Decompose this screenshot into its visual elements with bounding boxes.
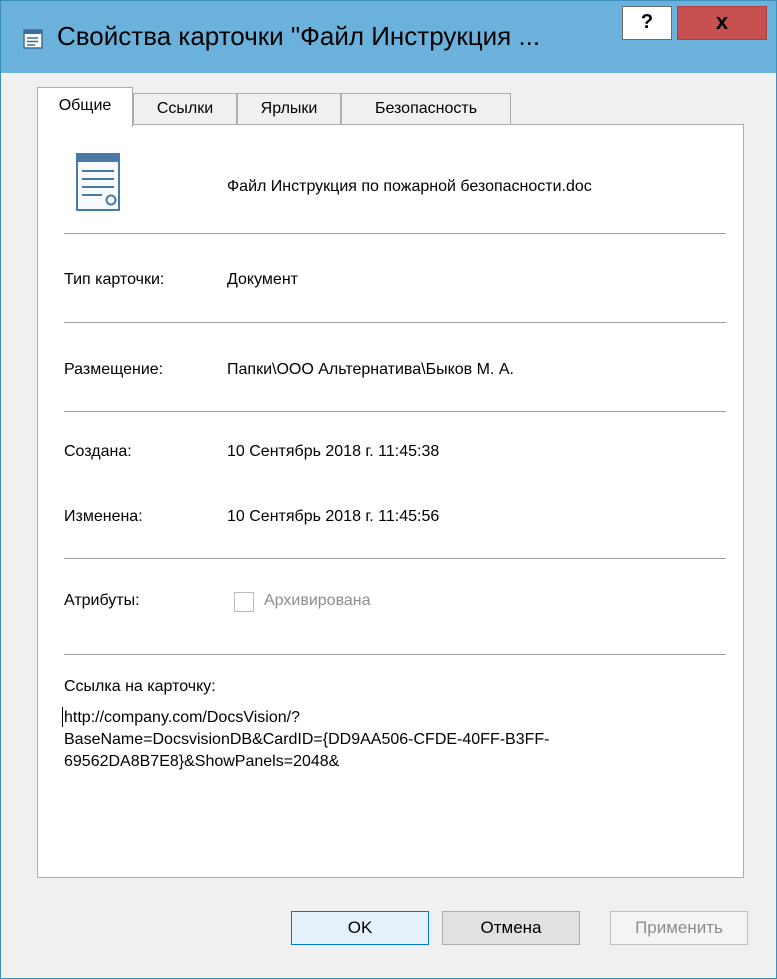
properties-icon <box>23 29 43 49</box>
text-caret <box>62 707 63 727</box>
tab-security[interactable]: Безопасность <box>341 93 511 125</box>
archived-checkbox[interactable] <box>234 592 254 612</box>
location-label: Размещение: <box>64 361 164 378</box>
tab-links[interactable]: Ссылки <box>133 93 237 125</box>
tab-general[interactable]: Общие <box>37 87 133 127</box>
separator <box>64 558 726 559</box>
ok-button[interactable]: OK <box>291 911 429 945</box>
created-value: 10 Сентябрь 2018 г. 11:45:38 <box>227 443 440 460</box>
separator <box>64 654 726 655</box>
attributes-label: Атрибуты: <box>64 592 140 609</box>
file-name: Файл Инструкция по пожарной безопасности… <box>227 178 592 195</box>
modified-value: 10 Сентябрь 2018 г. 11:45:56 <box>227 508 440 525</box>
window-title: Свойства карточки "Файл Инструкция ... <box>57 21 541 51</box>
card-type-value: Документ <box>227 271 298 288</box>
archived-checkbox-label: Архивирована <box>264 592 371 609</box>
title-bar[interactable]: Свойства карточки "Файл Инструкция ... ?… <box>1 1 776 73</box>
tab-shortcuts[interactable]: Ярлыки <box>237 93 341 125</box>
cancel-button[interactable]: Отмена <box>442 911 580 945</box>
card-link-field[interactable]: http://company.com/DocsVision/? BaseName… <box>64 707 724 773</box>
modified-label: Изменена: <box>64 508 143 525</box>
separator <box>64 411 726 412</box>
properties-dialog: Свойства карточки "Файл Инструкция ... ?… <box>0 0 777 979</box>
separator <box>64 233 726 234</box>
location-value: Папки\ООО Альтернатива\Быков М. А. <box>227 361 514 378</box>
close-button[interactable]: x <box>677 6 767 40</box>
apply-button[interactable]: Применить <box>610 911 748 945</box>
card-type-label: Тип карточки: <box>64 271 165 288</box>
dialog-client-area: Общие Ссылки Ярлыки Безопасность Файл Ин… <box>10 73 767 971</box>
help-button[interactable]: ? <box>622 6 672 40</box>
created-label: Создана: <box>64 443 132 460</box>
document-icon <box>76 153 120 211</box>
card-link-label: Ссылка на карточку: <box>64 678 216 695</box>
separator <box>64 322 726 323</box>
tab-panel-general: Файл Инструкция по пожарной безопасности… <box>37 124 744 878</box>
